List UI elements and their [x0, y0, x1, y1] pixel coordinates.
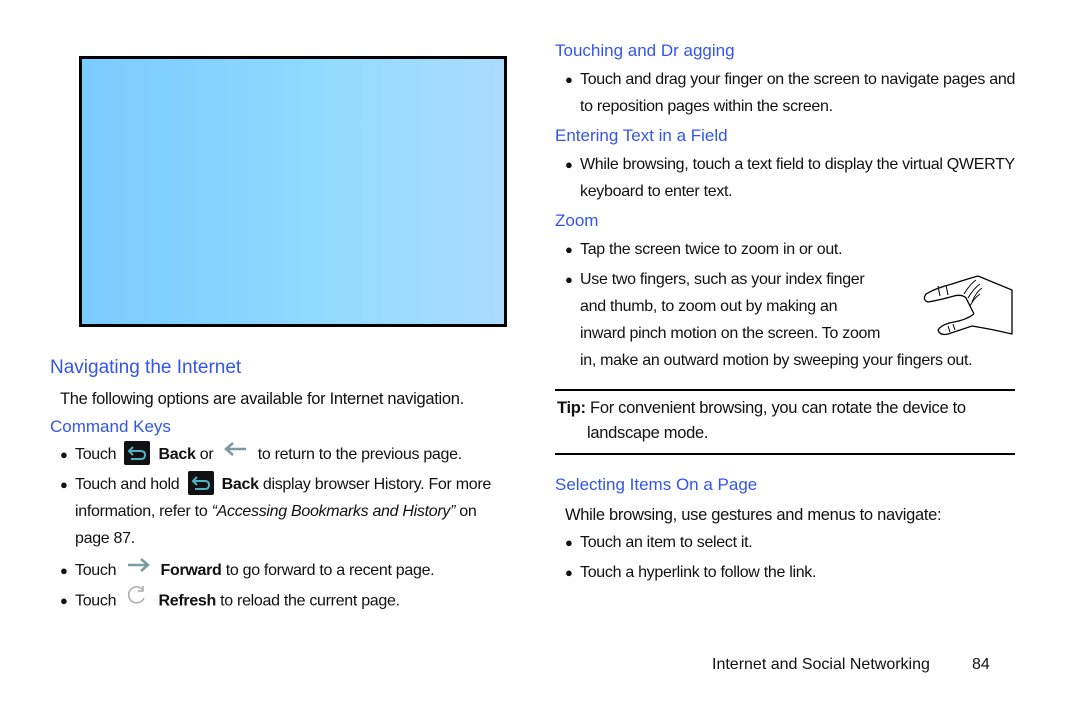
browser-screenshot-image — [79, 56, 507, 327]
subsection-title-command-keys: Command Keys — [50, 417, 171, 436]
bullet-text: to reposition pages within the screen. — [580, 98, 833, 115]
tip-text: landscape mode. — [587, 424, 709, 442]
bullet-text: in, make an outward motion by sweeping y… — [580, 352, 973, 369]
back-arrow-icon — [223, 439, 248, 466]
bullet-dot: ● — [565, 72, 573, 87]
bullet-text: Touch — [75, 592, 117, 610]
bullet-dot: ● — [565, 157, 573, 172]
bullet-follow-link: ● Touch a hyperlink to follow the link. — [565, 559, 817, 586]
bullet-dot: ● — [565, 272, 573, 287]
refresh-label: Refresh — [158, 592, 217, 610]
bullet-text: display browser History. For more — [262, 476, 491, 493]
tip-top-divider — [555, 389, 1015, 391]
subsection-title-zoom: Zoom — [555, 211, 599, 230]
selecting-intro: While browsing, use gestures and menus t… — [565, 506, 942, 524]
forward-arrow-icon — [126, 555, 151, 582]
bullet-text: to reload the current page. — [220, 592, 400, 610]
back-key-icon — [124, 440, 151, 465]
bullet-back: ● Touch Back or to return to the previou… — [60, 439, 462, 468]
back-key-icon — [187, 470, 214, 495]
bullet-text: on — [459, 503, 477, 520]
section-title: Navigating the Internet — [50, 357, 242, 378]
bullet-entering-text: ● While browsing, touch a text field to … — [565, 151, 1015, 205]
bullet-dot: ● — [60, 447, 68, 462]
bullet-text: Tap the screen twice to zoom in or out. — [580, 241, 843, 258]
bullet-refresh: ● Touch Refresh to reload the current pa… — [60, 585, 400, 616]
footer-chapter: Internet and Social Networking — [712, 656, 930, 673]
forward-label: Forward — [160, 562, 222, 579]
tip-bottom-divider — [555, 453, 1015, 455]
bullet-text: Use two fingers, such as your index fing… — [580, 271, 865, 288]
bullet-touch-hold-back: ● Touch and hold Back display browser Hi… — [60, 470, 515, 552]
bullet-text: Touch a hyperlink to follow the link. — [580, 564, 817, 581]
bullet-dot: ● — [565, 565, 573, 580]
bullet-dot: ● — [60, 477, 68, 492]
subsection-title-touching-dragging: Touching and Dr agging — [555, 41, 735, 60]
subsection-title-entering-text: Entering Text in a Field — [555, 126, 728, 145]
bullet-text: to go forward to a recent page. — [225, 562, 435, 579]
bullet-text: page 87. — [75, 530, 135, 547]
pinch-hand-icon — [918, 272, 1018, 347]
bullet-text: Touch — [75, 562, 117, 579]
bullet-dot: ● — [565, 535, 573, 550]
tip-box: Tip: For convenient browsing, you can ro… — [557, 396, 966, 446]
refresh-icon — [126, 585, 148, 614]
cross-reference-link[interactable]: “Accessing Bookmarks and History” — [212, 503, 456, 520]
bullet-text: inward pinch motion on the screen. To zo… — [580, 325, 881, 342]
bullet-text: and thumb, to zoom out by making an — [580, 298, 838, 315]
bullet-dot: ● — [60, 593, 68, 608]
bullet-tap-zoom: ● Tap the screen twice to zoom in or out… — [565, 236, 843, 263]
back-label: Back — [221, 476, 259, 493]
bullet-forward: ● Touch Forward to go forward to a recen… — [60, 555, 435, 584]
subsection-title-selecting-items: Selecting Items On a Page — [555, 475, 758, 494]
bullet-text: keyboard to enter text. — [580, 183, 733, 200]
bullet-text: or — [199, 446, 214, 463]
bullet-touch-drag: ● Touch and drag your finger on the scre… — [565, 66, 1016, 120]
tip-label: Tip: — [557, 399, 586, 417]
bullet-text: While browsing, touch a text field to di… — [580, 156, 1015, 173]
bullet-pinch-zoom: ● Use two fingers, such as your index fi… — [565, 266, 973, 374]
bullet-text: Touch and drag your finger on the screen… — [580, 71, 1016, 88]
bullet-text: Touch and hold — [75, 476, 180, 493]
bullet-select-item: ● Touch an item to select it. — [565, 529, 753, 556]
tip-text: For convenient browsing, you can rotate … — [590, 399, 966, 417]
bullet-text: to return to the previous page. — [257, 446, 462, 463]
footer-page-number: 84 — [972, 656, 990, 673]
bullet-dot: ● — [60, 563, 68, 578]
back-label: Back — [158, 446, 196, 463]
bullet-dot: ● — [565, 242, 573, 257]
bullet-text: Touch — [75, 446, 117, 463]
bullet-text: information, refer to — [75, 503, 208, 520]
bullet-text: Touch an item to select it. — [580, 534, 753, 551]
intro-paragraph: The following options are available for … — [60, 390, 464, 408]
